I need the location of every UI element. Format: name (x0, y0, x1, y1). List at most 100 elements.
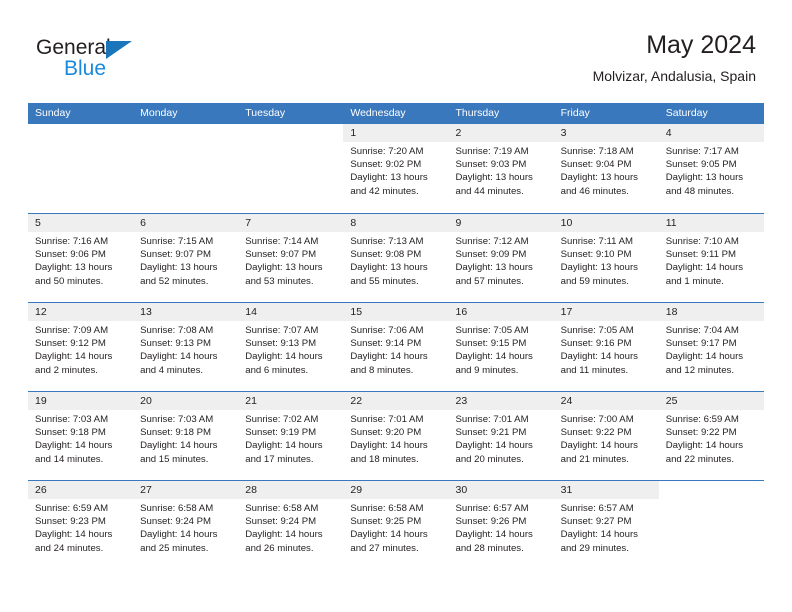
day-cell[interactable]: 31 Sunrise: 6:57 AM Sunset: 9:27 PM Dayligh… (553, 481, 659, 569)
sunset-text: Sunset: 9:24 PM (245, 516, 317, 528)
sunrise-text: Sunrise: 7:08 AM (140, 325, 214, 336)
calendar-weeks: 1 Sunrise: 7:20 AM Sunset: 9:02 PM Daylight… (28, 124, 764, 569)
day-details: Sunrise: 7:17 AM Sunset: 9:05 PM Daylight:… (659, 142, 764, 198)
daylight-text-line1: Daylight: 13 hours (140, 262, 218, 274)
day-cell-empty (133, 124, 239, 213)
calendar-week-row: 5 Sunrise: 7:16 AM Sunset: 9:06 PM Daylight… (28, 213, 764, 302)
day-cell[interactable]: 19 Sunrise: 7:03 AM Sunset: 9:18 PM Dayligh… (28, 392, 134, 480)
page-header: General Blue May 2024 Molvizar, Andalusi… (0, 0, 792, 103)
daylight-text-line2: and 52 minutes. (140, 275, 209, 287)
daylight-text-line1: Daylight: 14 hours (455, 440, 533, 452)
day-cell[interactable]: 3 Sunrise: 7:18 AM Sunset: 9:04 PM Daylight… (553, 124, 659, 213)
day-cell[interactable]: 29 Sunrise: 6:58 AM Sunset: 9:25 PM Dayligh… (343, 481, 449, 569)
day-cell[interactable]: 20 Sunrise: 7:03 AM Sunset: 9:18 PM Dayligh… (133, 392, 239, 480)
sunset-text: Sunset: 9:18 PM (140, 427, 212, 439)
day-cell[interactable]: 18 Sunrise: 7:04 AM Sunset: 9:17 PM Dayligh… (658, 303, 764, 391)
sunset-text: Sunset: 9:03 PM (455, 159, 527, 171)
day-details: Sunrise: 7:04 AM Sunset: 9:17 PM Daylight:… (659, 321, 764, 377)
daylight-text-line2: and 22 minutes. (665, 453, 735, 465)
daylight-text-line2: and 14 minutes. (35, 453, 104, 465)
day-cell[interactable]: 25 Sunrise: 6:59 AM Sunset: 9:22 PM Dayligh… (658, 392, 764, 480)
day-cell[interactable]: 30 Sunrise: 6:57 AM Sunset: 9:26 PM Dayligh… (448, 481, 554, 569)
daylight-text-line2: and 21 minutes. (560, 453, 629, 465)
day-details: Sunrise: 7:01 AM Sunset: 9:20 PM Daylight:… (343, 410, 448, 466)
day-details: Sunrise: 6:57 AM Sunset: 9:26 PM Daylight:… (449, 499, 554, 555)
sunrise-text: Sunrise: 6:59 AM (35, 503, 109, 514)
sunrise-text: Sunrise: 7:11 AM (560, 236, 633, 247)
day-number: 18 (658, 303, 764, 321)
sunrise-text: Sunrise: 7:04 AM (665, 325, 739, 336)
weekday-header-friday: Friday (560, 107, 590, 119)
day-cell[interactable]: 12 Sunrise: 7:09 AM Sunset: 9:12 PM Dayligh… (28, 303, 134, 391)
day-cell[interactable]: 7 Sunrise: 7:14 AM Sunset: 9:07 PM Daylight… (238, 214, 344, 302)
day-cell[interactable]: 2 Sunrise: 7:19 AM Sunset: 9:03 PM Daylight… (448, 124, 554, 213)
sunrise-text: Sunrise: 7:16 AM (35, 236, 109, 247)
day-cell[interactable]: 17 Sunrise: 7:05 AM Sunset: 9:16 PM Dayligh… (553, 303, 659, 391)
day-details: Sunrise: 6:58 AM Sunset: 9:24 PM Daylight:… (238, 499, 343, 555)
sunrise-text: Sunrise: 7:14 AM (245, 236, 319, 247)
day-cell[interactable]: 23 Sunrise: 7:01 AM Sunset: 9:21 PM Dayligh… (448, 392, 554, 480)
day-number: 24 (553, 392, 659, 410)
day-details: Sunrise: 6:58 AM Sunset: 9:24 PM Daylight:… (133, 499, 238, 555)
day-details: Sunrise: 7:03 AM Sunset: 9:18 PM Daylight:… (28, 410, 133, 466)
daylight-text-line1: Daylight: 14 hours (560, 440, 638, 452)
sunset-text: Sunset: 9:22 PM (560, 427, 632, 439)
day-cell[interactable]: 6 Sunrise: 7:15 AM Sunset: 9:07 PM Daylight… (133, 214, 239, 302)
day-cell[interactable]: 24 Sunrise: 7:00 AM Sunset: 9:22 PM Dayligh… (553, 392, 659, 480)
calendar-week-row: 12 Sunrise: 7:09 AM Sunset: 9:12 PM Dayligh… (28, 302, 764, 391)
daylight-text-line1: Daylight: 14 hours (35, 529, 113, 541)
daylight-text-line2: and 2 minutes. (35, 364, 98, 376)
sunset-text: Sunset: 9:05 PM (665, 159, 737, 171)
day-cell[interactable]: 28 Sunrise: 6:58 AM Sunset: 9:24 PM Dayligh… (238, 481, 344, 569)
day-cell[interactable]: 26 Sunrise: 6:59 AM Sunset: 9:23 PM Dayligh… (28, 481, 134, 569)
day-cell[interactable]: 1 Sunrise: 7:20 AM Sunset: 9:02 PM Daylight… (343, 124, 449, 213)
day-cell[interactable]: 8 Sunrise: 7:13 AM Sunset: 9:08 PM Daylight… (343, 214, 449, 302)
daylight-text-line2: and 57 minutes. (455, 275, 524, 287)
calendar-week-row: 1 Sunrise: 7:20 AM Sunset: 9:02 PM Daylight… (28, 124, 764, 213)
day-number: 29 (343, 481, 449, 499)
daylight-text-line2: and 25 minutes. (140, 542, 209, 554)
day-cell[interactable]: 11 Sunrise: 7:10 AM Sunset: 9:11 PM Dayligh… (658, 214, 764, 302)
daylight-text-line1: Daylight: 13 hours (35, 262, 113, 274)
day-cell[interactable]: 15 Sunrise: 7:06 AM Sunset: 9:14 PM Dayligh… (343, 303, 449, 391)
day-cell[interactable]: 21 Sunrise: 7:02 AM Sunset: 9:19 PM Dayligh… (238, 392, 344, 480)
day-cell[interactable]: 4 Sunrise: 7:17 AM Sunset: 9:05 PM Daylight… (658, 124, 764, 213)
day-number: 4 (658, 124, 764, 142)
day-details: Sunrise: 7:01 AM Sunset: 9:21 PM Daylight:… (449, 410, 554, 466)
triangle-icon (106, 41, 132, 59)
day-number: 16 (448, 303, 554, 321)
sunrise-text: Sunrise: 7:03 AM (140, 414, 214, 425)
daylight-text-line2: and 9 minutes. (455, 364, 519, 376)
day-cell[interactable]: 5 Sunrise: 7:16 AM Sunset: 9:06 PM Daylight… (28, 214, 134, 302)
sunrise-text: Sunrise: 7:18 AM (560, 146, 634, 157)
calendar-page: General Blue May 2024 Molvizar, Andalusi… (0, 0, 792, 612)
day-cell[interactable]: 16 Sunrise: 7:05 AM Sunset: 9:15 PM Dayligh… (448, 303, 554, 391)
day-cell[interactable]: 22 Sunrise: 7:01 AM Sunset: 9:20 PM Dayligh… (343, 392, 449, 480)
day-cell-empty (28, 124, 134, 213)
daylight-text-line2: and 24 minutes. (35, 542, 104, 554)
day-number (133, 124, 239, 142)
daylight-text-line1: Daylight: 13 hours (560, 172, 638, 184)
calendar-grid: Sunday Monday Tuesday Wednesday Thursday Frid… (28, 103, 764, 569)
daylight-text-line2: and 8 minutes. (350, 364, 414, 376)
sunset-text: Sunset: 9:27 PM (560, 516, 632, 528)
daylight-text-line1: Daylight: 14 hours (35, 351, 113, 363)
day-cell[interactable]: 10 Sunrise: 7:11 AM Sunset: 9:10 PM Dayligh… (553, 214, 659, 302)
day-cell[interactable]: 27 Sunrise: 6:58 AM Sunset: 9:24 PM Dayligh… (133, 481, 239, 569)
day-cell[interactable]: 14 Sunrise: 7:07 AM Sunset: 9:13 PM Dayligh… (238, 303, 344, 391)
sunrise-text: Sunrise: 7:20 AM (350, 146, 424, 157)
day-cell[interactable]: 13 Sunrise: 7:08 AM Sunset: 9:13 PM Dayligh… (133, 303, 239, 391)
sunset-text: Sunset: 9:06 PM (35, 249, 106, 261)
daylight-text-line1: Daylight: 14 hours (665, 262, 744, 274)
day-details: Sunrise: 7:06 AM Sunset: 9:14 PM Daylight:… (343, 321, 448, 377)
sunset-text: Sunset: 9:17 PM (665, 338, 737, 350)
day-details: Sunrise: 7:03 AM Sunset: 9:18 PM Daylight:… (133, 410, 238, 466)
day-cell[interactable]: 9 Sunrise: 7:12 AM Sunset: 9:09 PM Daylight… (448, 214, 554, 302)
sunrise-text: Sunrise: 7:17 AM (665, 146, 739, 157)
sunrise-text: Sunrise: 7:03 AM (35, 414, 109, 425)
day-details: Sunrise: 7:15 AM Sunset: 9:07 PM Daylight:… (133, 232, 238, 288)
day-number (28, 124, 134, 142)
daylight-text-line1: Daylight: 14 hours (140, 351, 218, 363)
daylight-text-line1: Daylight: 14 hours (665, 351, 744, 363)
weekday-header-thursday: Thursday (455, 107, 500, 119)
